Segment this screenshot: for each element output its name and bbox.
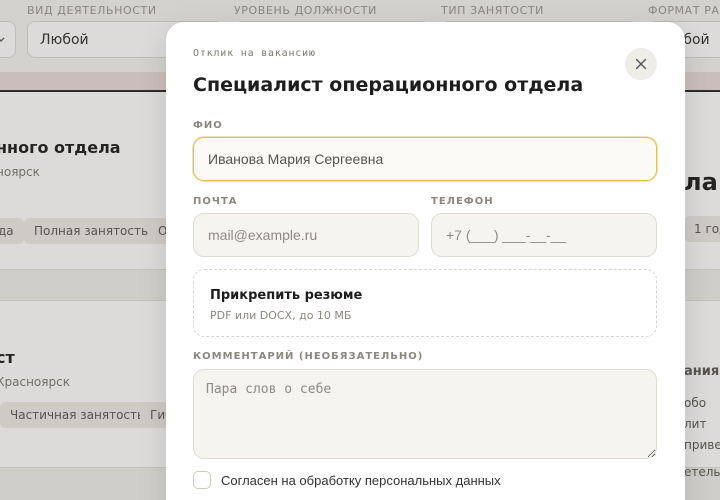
comment-textarea[interactable] [193,369,657,459]
resume-upload-title: Прикрепить резюме [210,288,363,303]
modal-eyebrow: Отклик на вакансию [193,48,316,59]
close-button[interactable] [625,48,657,80]
resume-upload-hint: PDF или DOCX, до 10 МБ [210,309,352,322]
fio-input[interactable] [193,137,657,181]
consent-row[interactable]: Согласен на обработку персональных данны… [193,471,501,489]
consent-label: Согласен на обработку персональных данны… [221,472,501,488]
apply-modal: Отклик на вакансию Специалист операционн… [166,22,685,500]
comment-label: КОММЕНТАРИЙ (НЕОБЯЗАТЕЛЬНО) [193,351,424,362]
resume-upload-zone[interactable]: Прикрепить резюме PDF или DOCX, до 10 МБ [193,269,657,337]
consent-checkbox[interactable] [193,471,211,489]
modal-title: Специалист операционного отдела [193,74,584,96]
phone-label: ТЕЛЕФОН [431,196,494,207]
fio-label: ФИО [193,120,223,131]
email-label: ПОЧТА [193,196,238,207]
email-field[interactable] [193,213,419,257]
close-icon [635,58,647,70]
phone-field[interactable] [431,213,657,257]
